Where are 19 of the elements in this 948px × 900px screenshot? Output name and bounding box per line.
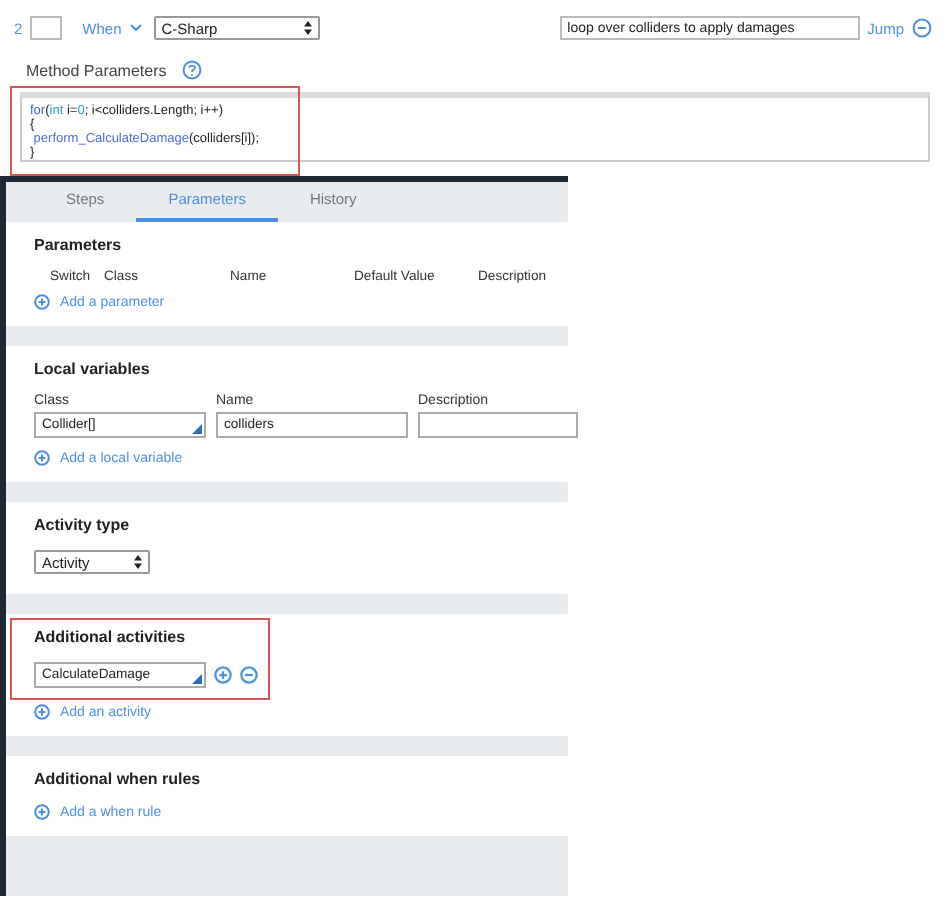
- chevron-down-icon[interactable]: [129, 24, 142, 32]
- method-parameters-label: Method Parameters: [26, 61, 167, 79]
- plus-circle-icon[interactable]: [214, 666, 232, 684]
- section-title: Additional when rules: [34, 770, 203, 788]
- step-input[interactable]: [30, 16, 63, 40]
- up-down-arrows-icon: [134, 554, 142, 570]
- help-icon[interactable]: [182, 60, 203, 80]
- section-title: Additional activities: [34, 628, 188, 646]
- minus-circle-icon[interactable]: [912, 18, 932, 38]
- plus-circle-icon[interactable]: [34, 804, 50, 820]
- section-title: Activity type: [34, 516, 132, 534]
- description-field[interactable]: [418, 412, 578, 438]
- section-title: Local variables: [34, 360, 152, 378]
- minus-circle-icon[interactable]: [240, 666, 258, 684]
- plus-circle-icon[interactable]: [34, 294, 50, 310]
- plus-circle-icon[interactable]: [34, 704, 50, 720]
- plus-circle-icon[interactable]: [34, 450, 50, 466]
- up-down-arrows-icon: [303, 20, 312, 36]
- section-title: Parameters: [34, 236, 124, 254]
